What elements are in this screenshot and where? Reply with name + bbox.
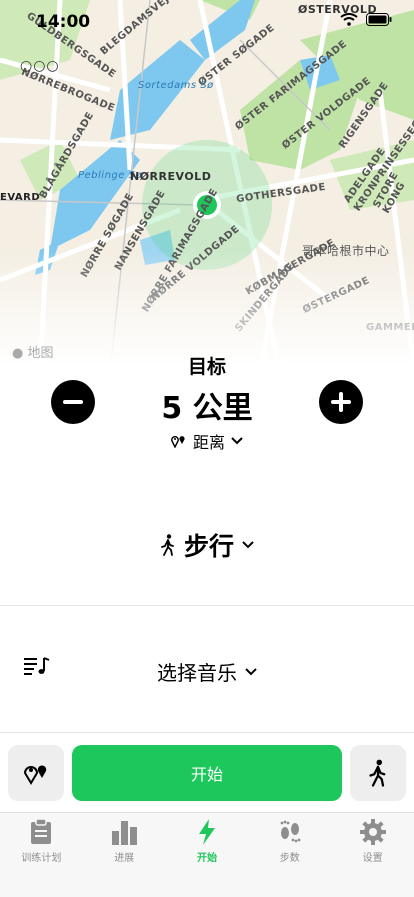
activity-mode-button[interactable] bbox=[350, 745, 406, 801]
tab-start[interactable]: 开始 bbox=[166, 813, 249, 897]
chevron-down-icon bbox=[231, 437, 243, 445]
plus-icon bbox=[331, 392, 351, 412]
music-label: 选择音乐 bbox=[157, 661, 237, 685]
tab-label: 开始 bbox=[196, 853, 217, 864]
activity-type-selector[interactable]: 步行 bbox=[0, 527, 414, 563]
more-options-icon[interactable]: ○○○ bbox=[20, 58, 60, 74]
goal-metric-selector[interactable]: 距离 bbox=[0, 429, 414, 453]
tab-steps[interactable]: 步数 bbox=[248, 813, 331, 897]
walking-icon bbox=[369, 759, 386, 787]
map-label: EVARD bbox=[0, 192, 41, 203]
map-view[interactable]: ØSTERVOLD BLEGDAMSVEJ ØSTER SØGADE ØSTER… bbox=[0, 0, 414, 372]
goal-title: 目标 bbox=[187, 356, 226, 378]
lightning-icon bbox=[198, 819, 215, 845]
tab-label: 步数 bbox=[279, 853, 300, 864]
tab-label: 设置 bbox=[362, 853, 383, 864]
status-icons bbox=[340, 13, 392, 26]
footprints-icon bbox=[280, 820, 301, 843]
gear-icon bbox=[359, 819, 386, 845]
battery-icon bbox=[366, 13, 392, 26]
start-button[interactable]: 开始 bbox=[72, 745, 342, 801]
select-music-button[interactable]: 选择音乐 bbox=[0, 657, 414, 686]
map-label: Sortedams Sø bbox=[138, 80, 214, 91]
map-label: NØRREVOLD bbox=[130, 170, 212, 183]
location-pins-icon bbox=[171, 436, 185, 448]
goal-metric-label: 距离 bbox=[192, 433, 225, 452]
clipboard-icon bbox=[31, 819, 52, 844]
location-pins-icon bbox=[23, 765, 47, 785]
map-label: GAMMELH bbox=[366, 322, 414, 333]
route-button[interactable] bbox=[8, 745, 64, 801]
status-time: 14:00 bbox=[36, 12, 91, 32]
tab-progress[interactable]: 进展 bbox=[83, 813, 166, 897]
divider bbox=[0, 605, 414, 606]
walking-icon bbox=[161, 534, 174, 556]
wifi-icon bbox=[340, 13, 358, 26]
map-label: 哥本哈根市中心 bbox=[302, 244, 390, 258]
bar-chart-icon bbox=[112, 821, 138, 845]
tab-label: 进展 bbox=[114, 853, 135, 864]
increase-goal-button[interactable] bbox=[319, 380, 363, 424]
chevron-down-icon bbox=[242, 541, 254, 549]
activity-label: 步行 bbox=[183, 532, 234, 561]
chevron-down-icon bbox=[245, 667, 257, 675]
divider bbox=[0, 732, 414, 733]
tab-bar: 训练计划 进展 开始 步数 设置 bbox=[0, 812, 414, 897]
tab-training-plan[interactable]: 训练计划 bbox=[0, 813, 83, 897]
tab-label: 训练计划 bbox=[21, 853, 62, 864]
tab-settings[interactable]: 设置 bbox=[331, 813, 414, 897]
